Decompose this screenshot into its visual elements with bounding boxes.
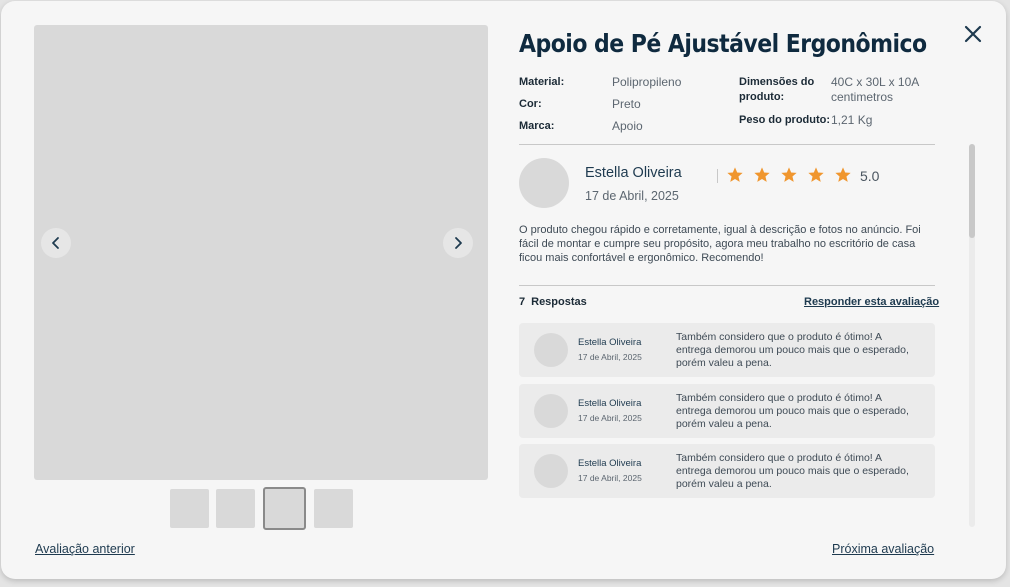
close-icon <box>964 25 982 43</box>
reviewer-avatar <box>519 158 569 208</box>
spec-value-dimensions: 40C x 30L x 10A centimetros <box>831 75 919 105</box>
spec-label-material: Material: <box>519 76 565 88</box>
response-avatar <box>534 454 568 488</box>
review-modal: Apoio de Pé Ajustável Ergonômico Materia… <box>1 1 1006 579</box>
response-text: Também considero que o produto é ótimo! … <box>676 392 909 430</box>
response-card: Estella Oliveira 17 de Abril, 2025 També… <box>519 444 935 498</box>
response-text: Também considero que o produto é ótimo! … <box>676 452 909 490</box>
response-text: Também considero que o produto é ótimo! … <box>676 331 909 369</box>
response-date: 17 de Abril, 2025 <box>578 352 642 362</box>
spec-value-dimensions-line2: centimetros <box>831 90 894 104</box>
next-review-link[interactable]: Próxima avaliação <box>832 542 934 556</box>
spec-value-dimensions-line1: 40C x 30L x 10A <box>831 75 920 89</box>
star-icon <box>781 167 797 182</box>
product-main-image <box>34 25 488 480</box>
spec-label-dimensions-line2: produto: <box>739 91 785 103</box>
spec-label-dimensions: Dimensões do produto: <box>739 75 814 105</box>
responses-count-label: Respostas <box>531 296 587 308</box>
thumbnail-2[interactable] <box>216 489 255 528</box>
response-date: 17 de Abril, 2025 <box>578 473 642 483</box>
spec-label-brand: Marca: <box>519 120 555 132</box>
thumbnail-4[interactable] <box>314 489 353 528</box>
chevron-right-icon <box>455 237 462 249</box>
review-date: 17 de Abril, 2025 <box>585 189 679 203</box>
rating-value: 5.0 <box>860 168 880 184</box>
product-title: Apoio de Pé Ajustável Ergonômico <box>519 29 927 58</box>
spec-label-weight: Peso do produto: <box>739 114 831 126</box>
thumbnail-3-active[interactable] <box>263 487 306 530</box>
response-author: Estella Oliveira <box>578 337 642 348</box>
response-avatar <box>534 394 568 428</box>
star-icon <box>835 167 851 182</box>
responses-count-number: 7 <box>519 296 526 308</box>
spec-value-brand: Apoio <box>612 119 643 133</box>
divider <box>519 285 935 286</box>
response-card: Estella Oliveira 17 de Abril, 2025 També… <box>519 384 935 438</box>
reviewer-name: Estella Oliveira <box>585 165 682 181</box>
chevron-left-icon <box>52 237 59 249</box>
response-avatar <box>534 333 568 367</box>
spec-label-color: Cor: <box>519 98 542 110</box>
vertical-separator <box>717 169 718 183</box>
next-image-button[interactable] <box>443 228 473 258</box>
spec-value-color: Preto <box>612 97 641 111</box>
previous-image-button[interactable] <box>41 228 71 258</box>
spec-label-dimensions-line1: Dimensões do <box>739 76 815 88</box>
previous-review-link[interactable]: Avaliação anterior <box>35 542 135 556</box>
spec-value-material: Polipropileno <box>612 75 682 89</box>
thumbnail-1[interactable] <box>170 489 209 528</box>
spec-value-weight: 1,21 Kg <box>831 113 873 127</box>
response-card: Estella Oliveira 17 de Abril, 2025 També… <box>519 323 935 377</box>
response-date: 17 de Abril, 2025 <box>578 413 642 423</box>
response-author: Estella Oliveira <box>578 398 642 409</box>
responses-count: 7 Respostas <box>519 296 587 308</box>
star-icon <box>808 167 824 182</box>
review-text: O produto chegou rápido e corretamente, … <box>519 224 921 264</box>
divider <box>519 144 935 145</box>
scrollbar-thumb[interactable] <box>969 144 975 238</box>
response-author: Estella Oliveira <box>578 458 642 469</box>
reply-review-link[interactable]: Responder esta avaliação <box>804 296 939 308</box>
close-button[interactable] <box>963 24 983 44</box>
star-icon <box>754 167 770 182</box>
star-icon <box>727 167 743 182</box>
